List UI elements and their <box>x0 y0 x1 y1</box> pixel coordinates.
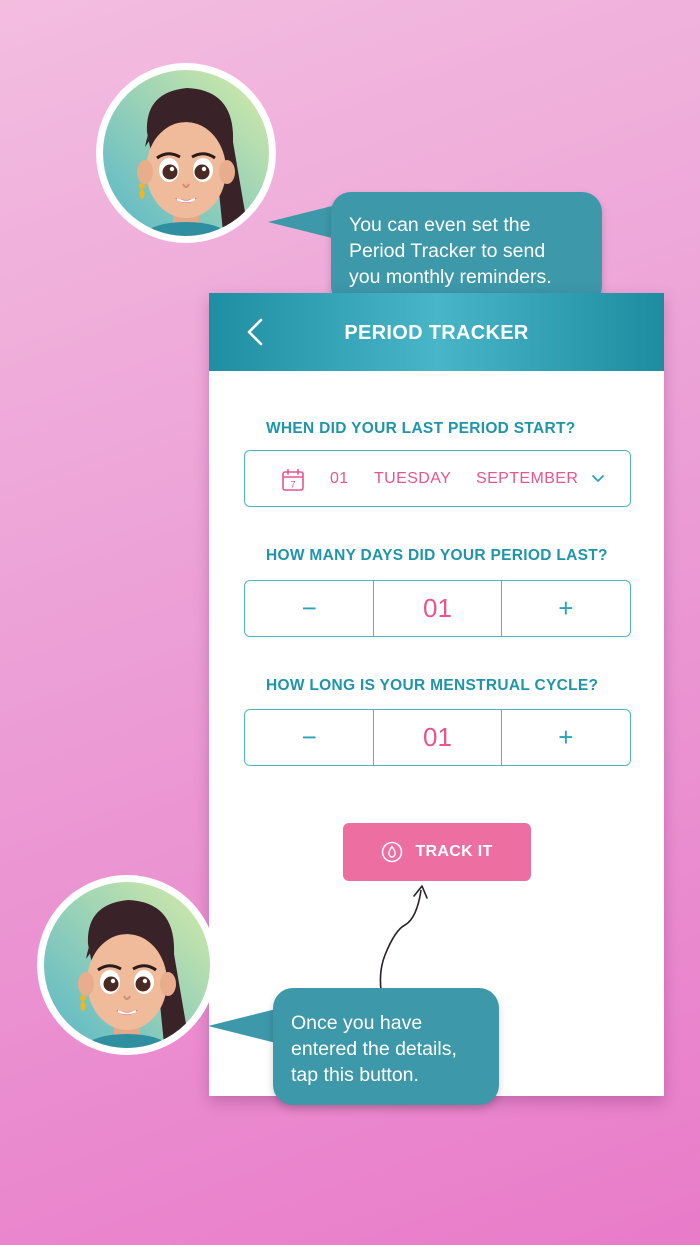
cycle-length-decrement-button[interactable]: − <box>245 710 373 765</box>
cycle-length-stepper: − 01 + <box>244 709 631 766</box>
calendar-icon-day: 7 <box>290 480 295 490</box>
minus-icon: − <box>301 593 317 623</box>
tip-bottom-line-1: Once you have <box>291 1012 423 1034</box>
cycle-length-value: 01 <box>423 722 452 752</box>
back-chevron-icon[interactable] <box>241 317 271 347</box>
tip-top-line-2: Period Tracker to send <box>349 240 546 262</box>
period-length-increment-button[interactable]: + <box>502 581 630 636</box>
app-header: PERIOD TRACKER <box>209 293 664 371</box>
avatar-guide-top <box>96 63 276 243</box>
track-it-label: TRACK IT <box>415 843 493 860</box>
chevron-down-icon <box>592 475 604 482</box>
avatar-guide-bottom <box>37 875 217 1055</box>
last-period-question: WHEN DID YOUR LAST PERIOD START? <box>266 420 576 437</box>
period-length-question: HOW MANY DAYS DID YOUR PERIOD LAST? <box>266 547 608 564</box>
cycle-length-increment-button[interactable]: + <box>502 710 630 765</box>
minus-icon: − <box>301 722 317 752</box>
tip-bubble-top: You can even set the Period Tracker to s… <box>331 192 602 306</box>
plus-icon: + <box>558 593 574 623</box>
period-length-value-cell: 01 <box>373 581 502 636</box>
date-month: SEPTEMBER <box>476 470 579 487</box>
calendar-icon: 7 <box>282 468 304 491</box>
period-tracker-screen: PERIOD TRACKER WHEN DID YOUR LAST PERIOD… <box>209 293 664 1096</box>
cycle-length-value-cell: 01 <box>373 710 502 765</box>
plus-icon: + <box>558 722 574 752</box>
period-length-decrement-button[interactable]: − <box>245 581 373 636</box>
page-title: PERIOD TRACKER <box>344 322 529 344</box>
date-weekday: TUESDAY <box>374 470 452 487</box>
tip-bubble-bottom: Once you have entered the details, tap t… <box>273 988 499 1105</box>
drop-icon <box>382 841 403 863</box>
tip-top-line-1: You can even set the <box>349 214 531 236</box>
tip-top-line-3: you monthly reminders. <box>349 266 552 288</box>
cycle-length-question: HOW LONG IS YOUR MENSTRUAL CYCLE? <box>266 677 599 694</box>
tip-bottom-line-2: entered the details, <box>291 1038 457 1060</box>
period-length-stepper: − 01 + <box>244 580 631 637</box>
tip-bottom-line-3: tap this button. <box>291 1064 419 1086</box>
pointer-arrow <box>379 885 428 1003</box>
period-length-value: 01 <box>423 593 452 623</box>
last-period-date-picker[interactable]: 7 01 TUESDAY SEPTEMBER <box>244 450 631 507</box>
track-it-button[interactable]: TRACK IT <box>343 823 531 881</box>
date-day: 01 <box>330 470 349 487</box>
